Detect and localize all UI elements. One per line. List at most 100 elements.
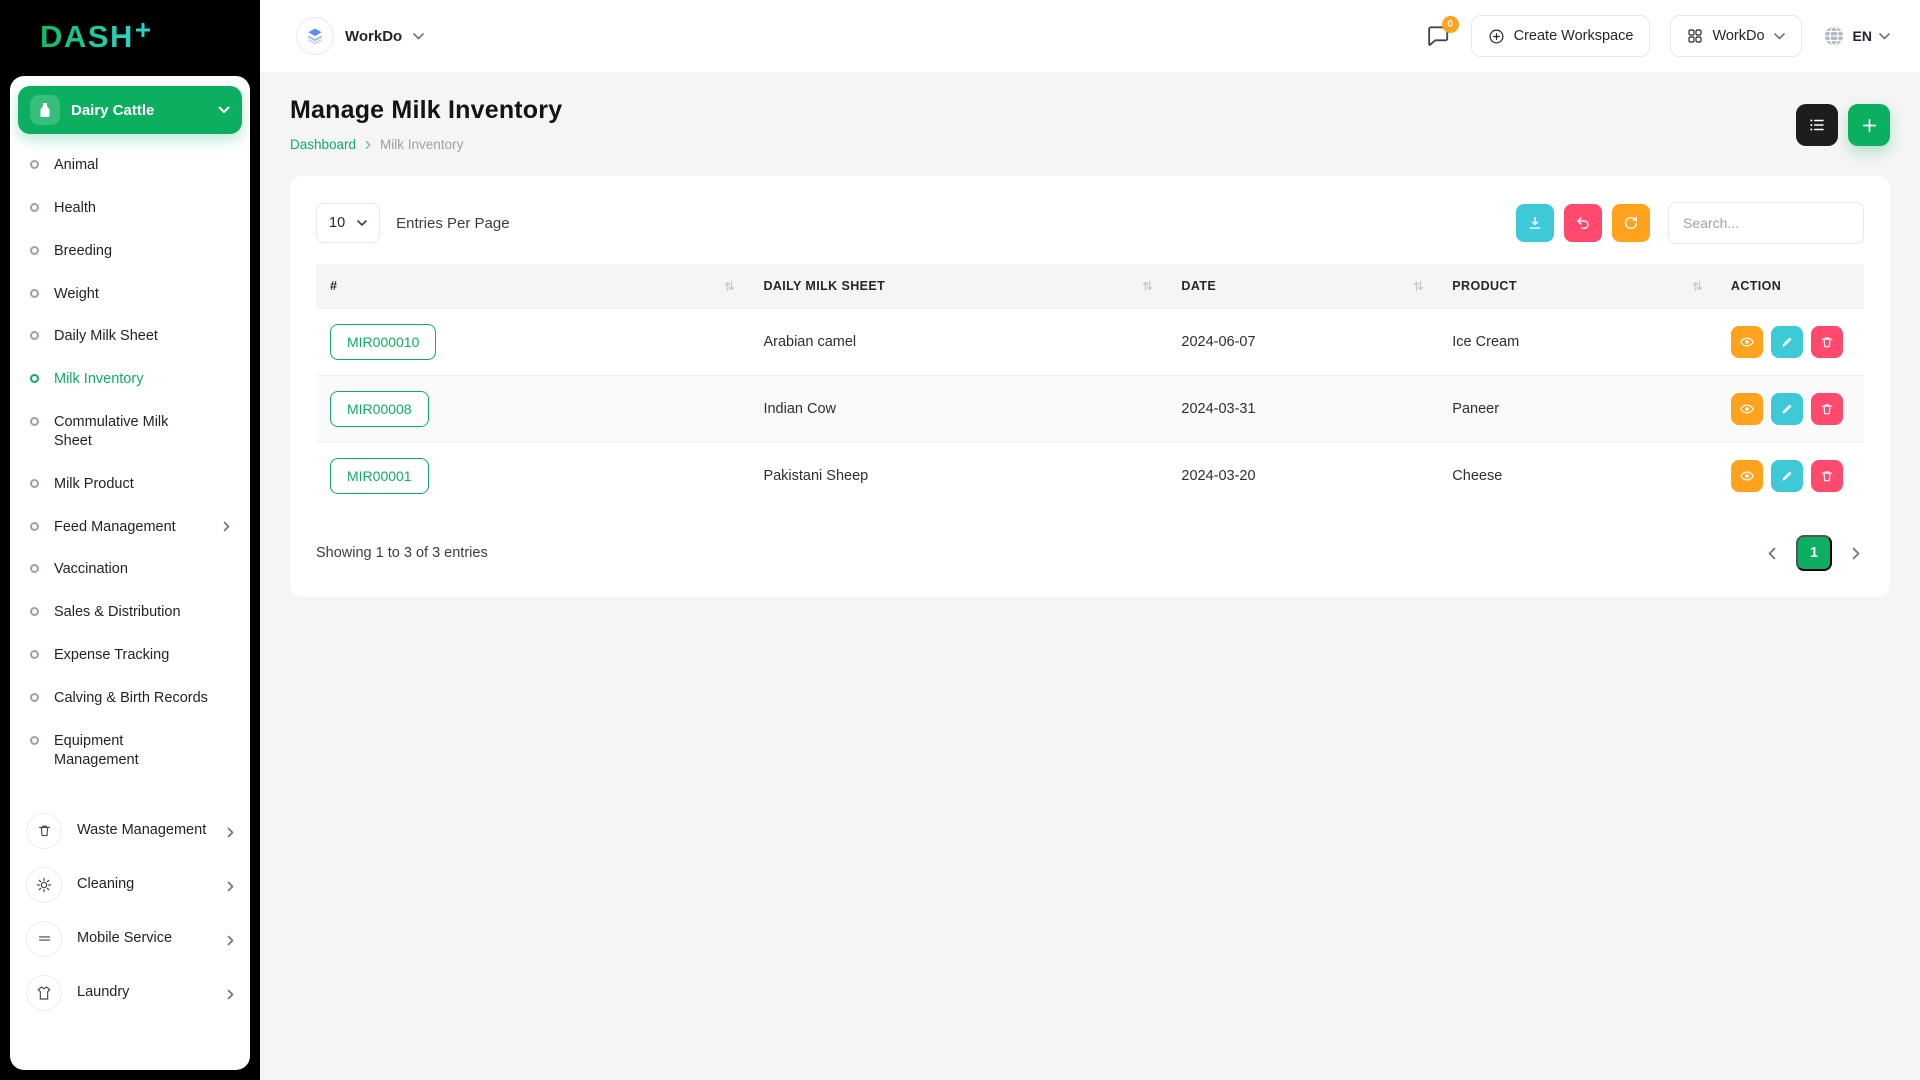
sidebar-item-label: Daily Milk Sheet [54,327,158,346]
pencil-icon [1780,469,1794,483]
record-id-badge[interactable]: MIR000010 [330,324,436,360]
chevron-down-icon [413,33,424,40]
column-header-product[interactable]: PRODUCT [1438,264,1717,309]
trash-icon [26,813,62,849]
sort-icon [1413,280,1424,292]
column-header-daily-milk-sheet[interactable]: DAILY MILK SHEET [749,264,1167,309]
eye-icon [1739,334,1755,350]
sort-icon [724,280,735,292]
bullet-icon [30,522,39,531]
cell-daily-milk-sheet: Pakistani Sheep [749,443,1167,510]
chevron-down-icon [218,106,230,114]
sidebar-item-calving-birth-records[interactable]: Calving & Birth Records [20,677,240,720]
view-button[interactable] [1731,393,1763,425]
logo-text: DASH [40,21,134,52]
sidebar-section-label: Dairy Cattle [71,102,154,119]
pencil-icon [1780,402,1794,416]
chevron-right-icon [227,932,234,946]
bullet-icon [30,564,39,573]
sidebar-item-breeding[interactable]: Breeding [20,230,240,273]
sidebar-item-vaccination[interactable]: Vaccination [20,548,240,591]
record-id-badge[interactable]: MIR00008 [330,391,429,427]
sidebar-item-equipment-management[interactable]: Equipment Management [20,720,240,782]
workdo-menu-button[interactable]: WorkDo [1670,15,1801,57]
add-record-button[interactable] [1848,104,1890,146]
record-id-badge[interactable]: MIR00001 [330,458,429,494]
next-page-button[interactable] [1848,543,1864,564]
sidebar-item-expense-tracking[interactable]: Expense Tracking [20,634,240,677]
chevron-right-icon [365,140,371,150]
sidebar-item-feed-management[interactable]: Feed Management [20,506,240,549]
chevron-right-icon [227,878,234,892]
refresh-button[interactable] [1612,204,1650,242]
cell-actions [1717,376,1864,443]
logo-plus-icon [136,23,150,37]
delete-button[interactable] [1811,460,1843,492]
sidebar-item-waste-management[interactable]: Waste Management [20,804,240,858]
log-history-button[interactable] [1796,104,1838,146]
sidebar-item-sales-distribution[interactable]: Sales & Distribution [20,591,240,634]
sidebar-item-cleaning[interactable]: Cleaning [20,858,240,912]
sidebar-item-commulative-milk-sheet[interactable]: Commulative Milk Sheet [20,401,240,463]
logo[interactable]: DASH [0,0,260,72]
edit-button[interactable] [1771,326,1803,358]
workspace-selector[interactable]: WorkDo [296,17,424,55]
sidebar-item-label: Cleaning [77,875,134,894]
bullet-icon [30,289,39,298]
create-workspace-button[interactable]: Create Workspace [1471,15,1651,57]
topbar: WorkDo 0 Create Workspace WorkDo [260,0,1920,72]
sidebar-item-label: Sales & Distribution [54,603,181,622]
sidebar-item-animal[interactable]: Animal [20,144,240,187]
sidebar-item-milk-inventory[interactable]: Milk Inventory [20,358,240,401]
sidebar-item-label: Expense Tracking [54,646,169,665]
column-header-label: DATE [1181,279,1216,293]
sidebar-item-mobile-service[interactable]: Mobile Service [20,912,240,966]
sidebar-item-daily-milk-sheet[interactable]: Daily Milk Sheet [20,315,240,358]
page-number-button[interactable]: 1 [1796,535,1832,571]
reset-button[interactable] [1564,204,1602,242]
delete-button[interactable] [1811,393,1843,425]
cell-product: Paneer [1438,376,1717,443]
chevron-right-icon [227,824,234,838]
list-icon [1808,116,1826,134]
column-header-label: PRODUCT [1452,279,1517,293]
cell-daily-milk-sheet: Indian Cow [749,376,1167,443]
sidebar-item-health[interactable]: Health [20,187,240,230]
language-selector[interactable]: EN [1822,24,1890,48]
edit-button[interactable] [1771,393,1803,425]
lines-icon [26,921,62,957]
showing-entries-text: Showing 1 to 3 of 3 entries [316,545,488,561]
sidebar: DASH Dairy Cattle Animal H [0,0,260,1080]
sidebar-item-milk-product[interactable]: Milk Product [20,463,240,506]
sidebar-item-weight[interactable]: Weight [20,273,240,316]
entries-per-page-select[interactable]: 10 [316,203,380,243]
view-button[interactable] [1731,460,1763,492]
column-header-date[interactable]: DATE [1167,264,1438,309]
view-button[interactable] [1731,326,1763,358]
sidebar-section-dairy-cattle[interactable]: Dairy Cattle [18,86,242,134]
breadcrumb-dashboard-link[interactable]: Dashboard [290,137,356,152]
table-header-row: # DAILY MILK SHEET DATE PRODUCT ACTION [316,264,1864,309]
previous-page-button[interactable] [1764,543,1780,564]
bullet-icon [30,203,39,212]
messages-button[interactable]: 0 [1425,23,1451,49]
search-input[interactable] [1668,202,1864,244]
export-button[interactable] [1516,204,1554,242]
sidebar-item-label: Commulative Milk Sheet [54,413,179,451]
chevron-down-icon [1774,33,1785,40]
cell-date: 2024-03-31 [1167,376,1438,443]
edit-button[interactable] [1771,460,1803,492]
cell-actions [1717,309,1864,376]
chevron-right-icon [227,986,234,1000]
cell-id: MIR00008 [316,376,749,443]
sidebar-item-laundry[interactable]: Laundry [20,966,240,1020]
plus-icon [1861,117,1878,134]
entries-per-page-label: Entries Per Page [396,215,509,232]
column-header-id[interactable]: # [316,264,749,309]
sidebar-item-label: Milk Product [54,475,134,494]
eye-icon [1739,468,1755,484]
trash-icon [1820,335,1834,349]
cell-product: Ice Cream [1438,309,1717,376]
delete-button[interactable] [1811,326,1843,358]
cell-daily-milk-sheet: Arabian camel [749,309,1167,376]
